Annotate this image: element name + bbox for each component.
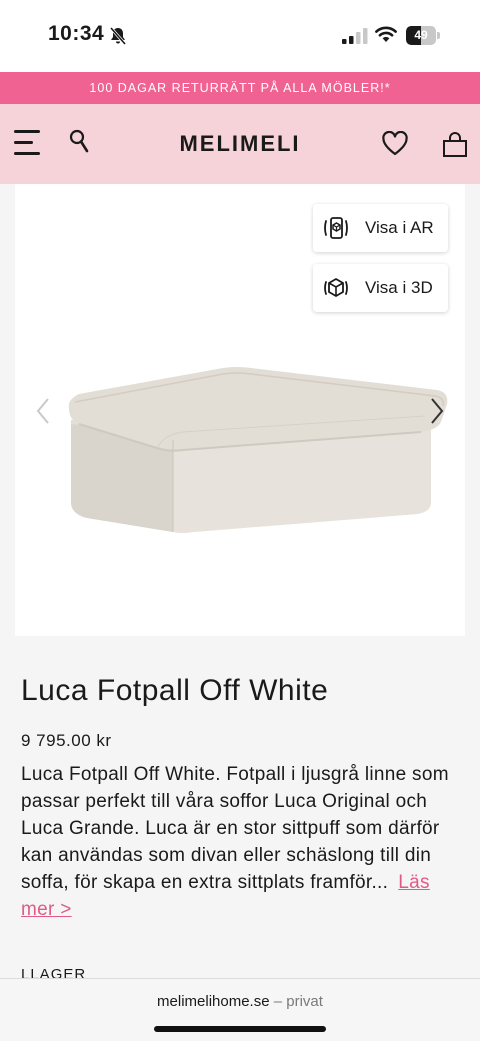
bell-slash-icon xyxy=(109,27,127,45)
product-price: 9 795.00 kr xyxy=(21,731,112,750)
battery-percentage: 49 xyxy=(414,28,428,42)
browsing-mode-label: privat xyxy=(286,993,323,1010)
wifi-icon xyxy=(375,26,397,42)
view-in-ar-button[interactable]: Visa i AR xyxy=(313,204,448,252)
url-display[interactable]: melimelihome.se – privat xyxy=(0,993,480,1010)
shopping-bag-icon[interactable] xyxy=(442,132,468,158)
chevron-right-icon[interactable] xyxy=(428,396,446,426)
promo-banner[interactable]: 100 DAGAR RETURRÄTT PÅ ALLA MÖBLER!* xyxy=(0,72,480,104)
home-indicator[interactable] xyxy=(154,1026,326,1032)
url-domain: melimelihome.se xyxy=(157,993,270,1010)
site-header: MELIMELI xyxy=(0,104,480,184)
heart-icon[interactable] xyxy=(381,131,409,157)
ar-icon xyxy=(324,217,348,239)
product-description-text: Luca Fotpall Off White. Fotpall i ljusgr… xyxy=(21,764,449,893)
status-time: 10:34 xyxy=(48,22,105,45)
cube-3d-icon xyxy=(324,278,348,297)
url-separator: – xyxy=(269,993,287,1010)
product-description: Luca Fotpall Off White. Fotpall i ljusgr… xyxy=(21,761,461,923)
browser-address-bar[interactable]: melimelihome.se – privat xyxy=(0,978,480,1041)
product-gallery: Visa i AR Visa i 3D xyxy=(0,184,480,636)
cellular-signal-icon xyxy=(342,28,368,44)
product-title: Luca Fotpall Off White xyxy=(21,674,329,707)
battery-indicator: 49 xyxy=(406,26,440,45)
chevron-left-icon[interactable] xyxy=(34,396,52,426)
status-bar: 10:34 49 xyxy=(0,0,480,72)
product-image[interactable] xyxy=(65,364,453,534)
view-in-3d-label: Visa i 3D xyxy=(365,278,433,297)
view-in-ar-label: Visa i AR xyxy=(365,218,434,237)
view-in-3d-button[interactable]: Visa i 3D xyxy=(313,264,448,312)
